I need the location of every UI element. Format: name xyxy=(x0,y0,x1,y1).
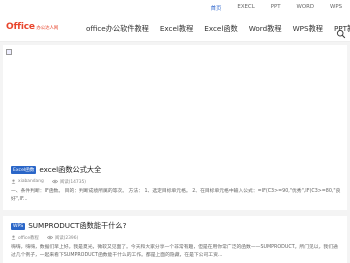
topnav-item-ppt[interactable]: PPT xyxy=(271,4,281,12)
banner-image[interactable] xyxy=(3,45,347,163)
nav-item-word-tutorial[interactable]: Word教程 xyxy=(249,24,282,34)
article-category-tag[interactable]: Excel函数 xyxy=(11,166,37,174)
nav-item-wps-tutorial[interactable]: WPS教程 xyxy=(293,24,323,34)
user-icon xyxy=(11,179,16,184)
article-meta: xiabandang 阅读(14735) xyxy=(11,178,339,185)
logo-sub-text: 办公达人网 xyxy=(36,26,59,31)
article-view-count: 阅读(2396) xyxy=(54,235,79,241)
topnav-item-home[interactable]: 首页 xyxy=(211,4,222,12)
nav-item-excel-functions[interactable]: Excel函数 xyxy=(204,24,237,34)
topnav-item-wps[interactable]: WPS xyxy=(330,4,342,12)
eye-icon xyxy=(46,235,53,240)
nav-item-excel-tutorial[interactable]: Excel教程 xyxy=(160,24,193,34)
article-category-tag[interactable]: WPS xyxy=(11,222,26,230)
topnav-item-execl[interactable]: EXECL xyxy=(237,4,254,12)
article-excerpt: 嗨嗨，嗨嗨，数据们早上好。我是夏光，微软又见面了。今天和大家分享一个非常有趣，但… xyxy=(11,245,338,258)
article-views: 阅读(2396) xyxy=(46,235,79,241)
article-excerpt: 一、条件判断：IF函数。 目的：判断成绩所属的等次。 方法： 1、选定目标单元格… xyxy=(11,189,341,202)
eye-icon xyxy=(51,179,58,184)
article-card: Excel函数 excel函数公式大全 xiabandang 阅读(14735)… xyxy=(3,160,347,210)
article-views: 阅读(14735) xyxy=(51,179,87,185)
article-author: office教程 xyxy=(11,235,39,241)
topnav-item-word[interactable]: WORD xyxy=(297,4,314,12)
search-icon xyxy=(336,29,346,39)
logo-main-text: Office xyxy=(6,22,35,32)
article-author-name: xiabandang xyxy=(18,179,44,184)
broken-image-icon xyxy=(6,49,12,55)
article-card: WPS SUMPRODUCT函数能干什么? office教程 阅读(2396) … xyxy=(3,216,347,263)
article-meta: office教程 阅读(2396) xyxy=(11,234,339,241)
article-view-count: 阅读(14735) xyxy=(59,179,87,185)
site-logo[interactable]: Office 办公达人网 xyxy=(6,22,58,32)
site-header: Office 办公达人网 office办公软件教程 Excel教程 Excel函… xyxy=(0,18,350,42)
search-button[interactable] xyxy=(336,24,346,39)
top-nav: 首页 EXECL PPT WORD WPS xyxy=(203,4,350,12)
article-author: xiabandang xyxy=(11,179,44,184)
article-title-link[interactable]: SUMPRODUCT函数能干什么? xyxy=(28,221,126,231)
article-title-link[interactable]: excel函数公式大全 xyxy=(39,165,101,175)
article-author-name: office教程 xyxy=(18,235,39,241)
top-bar: 首页 EXECL PPT WORD WPS xyxy=(0,0,350,18)
user-icon xyxy=(11,235,16,240)
nav-item-office-tutorial[interactable]: office办公软件教程 xyxy=(86,24,149,34)
article-title-row: WPS SUMPRODUCT函数能干什么? xyxy=(11,220,339,232)
main-nav: office办公软件教程 Excel教程 Excel函数 Word教程 WPS教… xyxy=(86,24,350,34)
article-title-row: Excel函数 excel函数公式大全 xyxy=(11,164,339,176)
